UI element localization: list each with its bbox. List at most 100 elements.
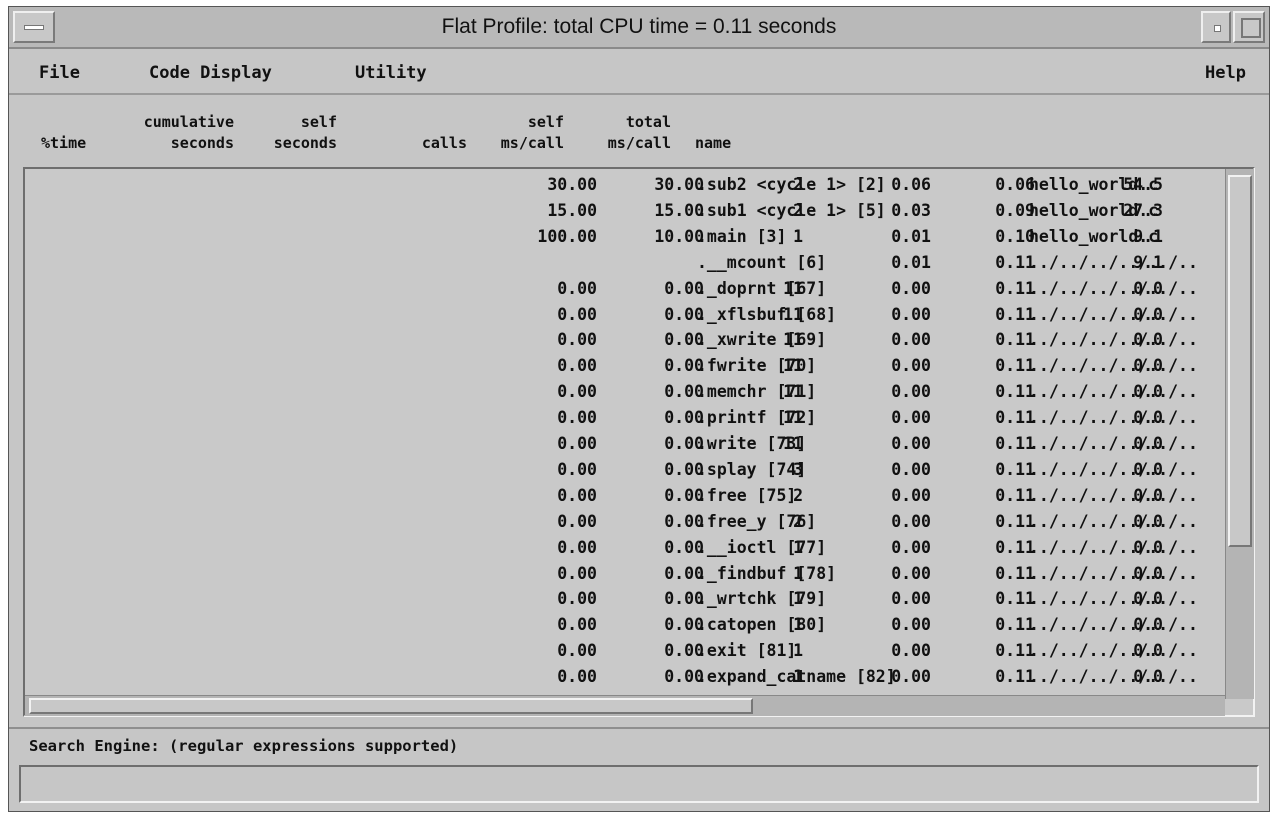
cell-function-name: .__mcount [6] [697, 252, 827, 272]
cell-file: ../../../../../.. [1029, 408, 1198, 428]
cell-file: hello_world.c [1029, 226, 1159, 246]
minimize-button[interactable] [1201, 11, 1231, 43]
table-row[interactable]: 0.0 0.11 0.00 11 0.00 0.00 ._doprnt [67] ../../… [25, 279, 1225, 305]
horizontal-scrollbar[interactable] [25, 695, 1225, 716]
header-total-ms-top: total [625, 113, 671, 131]
table-row[interactable]: 0.0 0.11 0.00 11 0.00 0.00 ._xwrite [69] ../../… [25, 330, 1225, 356]
cell-file: ../../../../../.. [1029, 304, 1198, 324]
cell-total-ms-call: 0.00 [557, 511, 597, 531]
cell-total-ms-call: 0.00 [557, 563, 597, 583]
cell-self-seconds: 0.00 [891, 434, 931, 453]
cell-self-seconds: 0.00 [891, 537, 931, 557]
table-row[interactable]: 0.0 0.11 0.00 1 0.00 0.00 ._findbuf [78] ../../… [25, 564, 1225, 590]
cell-total-ms-call: 0.00 [557, 459, 597, 479]
cell-total-ms-call: 0.00 [557, 641, 597, 661]
cell-function-name: ._xwrite [69] [697, 330, 827, 350]
table-row[interactable]: 0.0 0.11 0.00 3 0.00 0.00 .splay [74] ../../../… [25, 460, 1225, 486]
header-cumulative-top: cumulative [143, 113, 234, 131]
menu-file[interactable]: File [39, 63, 80, 83]
cell-file: ../../../../../.. [1029, 667, 1198, 687]
cell-total-ms-call: 30.00 [547, 175, 597, 194]
cell-self-seconds: 0.00 [891, 459, 931, 479]
window-title: Flat Profile: total CPU time = 0.11 seco… [441, 15, 837, 38]
table-row[interactable]: 0.0 0.11 0.00 11 0.00 0.00 .write [73] ../../..… [25, 434, 1225, 460]
header-calls: calls [421, 134, 467, 152]
table-row[interactable]: 0.0 0.11 0.00 1 0.00 0.00 .exit [81] ../../../.… [25, 641, 1225, 667]
cell-file: ../../../../../.. [1029, 278, 1198, 298]
cell-total-ms-call: 0.00 [557, 304, 597, 324]
cell-self-seconds: 0.06 [891, 175, 931, 194]
table-row[interactable]: 0.0 0.11 0.00 2 0.00 0.00 .free_y [76] ../../..… [25, 512, 1225, 538]
table-row[interactable]: 0.0 0.11 0.00 11 0.00 0.00 ._xflsbuf [68] ../..… [25, 305, 1225, 331]
horizontal-scroll-thumb[interactable] [29, 698, 753, 714]
cell-file: ../../../../../.. [1029, 641, 1198, 661]
table-row[interactable]: 0.0 0.11 0.00 1 0.00 0.00 .expand_catname [82]… [25, 667, 1225, 693]
cell-file: ../../../../../.. [1029, 485, 1198, 505]
cell-function-name: .splay [74] [697, 459, 807, 479]
search-input[interactable] [19, 765, 1259, 803]
table-row[interactable]: 0.0 0.11 0.00 1 0.00 0.00 .catopen [80] ../../.… [25, 615, 1225, 641]
cell-self-seconds: 0.00 [891, 641, 931, 661]
cell-self-seconds: 0.00 [891, 511, 931, 531]
cell-function-name: .main [3] [697, 226, 787, 246]
cell-function-name: .printf [72] [697, 408, 817, 428]
cell-total-ms-call: 100.00 [537, 226, 597, 246]
cell-total-ms-call: 0.00 [557, 278, 597, 298]
table-row[interactable]: 0.0 0.11 0.00 1 0.00 0.00 ._wrtchk [79] ../../.… [25, 589, 1225, 615]
menu-help[interactable]: Help [1205, 63, 1246, 83]
table-row[interactable]: 0.0 0.11 0.00 1 0.00 0.00 .__ioctl [77] ../../.… [25, 538, 1225, 564]
profile-list[interactable]: 54.5 0.06 0.06 2 30.00 30.00 .sub2 <cycle 1> [… [23, 167, 1255, 717]
cell-function-name: .expand_catname [82] [697, 667, 896, 687]
cell-file: ../../../../../.. [1029, 615, 1198, 635]
cell-function-name: ._xflsbuf [68] [697, 304, 837, 324]
cell-self-seconds: 0.00 [891, 330, 931, 350]
title-bar[interactable]: Flat Profile: total CPU time = 0.11 seco… [9, 7, 1269, 49]
table-row[interactable]: 54.5 0.06 0.06 2 30.00 30.00 .sub2 <cycle 1> [… [25, 175, 1225, 201]
cell-function-name: .sub2 <cycle 1> [2] [697, 175, 886, 194]
vertical-scrollbar[interactable] [1225, 169, 1254, 699]
cell-self-seconds: 0.00 [891, 382, 931, 402]
cell-total-ms-call: 0.00 [557, 408, 597, 428]
table-row[interactable]: 27.3 0.09 0.03 2 15.00 15.00 .sub1 <cycle 1> [… [25, 201, 1225, 227]
header-total-ms-bottom: ms/call [607, 134, 671, 152]
divider [9, 727, 1269, 729]
search-label: Search Engine: (regular expressions supp… [29, 737, 459, 755]
menu-code-display[interactable]: Code Display [149, 63, 272, 83]
cell-function-name: .__ioctl [77] [697, 537, 827, 557]
cell-self-seconds: 0.00 [891, 589, 931, 609]
table-row[interactable]: 9.1 0.11 0.01 .__mcount [6] ../../../../../.… [25, 253, 1225, 279]
cell-function-name: ._findbuf [78] [697, 563, 837, 583]
cell-total-ms-call: 0.00 [557, 356, 597, 376]
cell-file: ../../../../../.. [1029, 252, 1198, 272]
cell-self-seconds: 0.00 [891, 304, 931, 324]
cell-self-seconds: 0.01 [891, 252, 931, 272]
cell-total-ms-call: 0.00 [557, 330, 597, 350]
header-cumulative-bottom: seconds [170, 134, 234, 152]
cell-file: ../../../../../.. [1029, 356, 1198, 376]
cell-total-ms-call: 0.00 [557, 615, 597, 635]
cell-file: ../../../../../.. [1029, 434, 1198, 453]
header-self-top: self [300, 113, 337, 131]
header-percent-time: %time [41, 134, 87, 152]
cell-function-name: .free_y [76] [697, 511, 817, 531]
menu-utility[interactable]: Utility [355, 63, 427, 83]
table-row[interactable]: 0.0 0.11 0.00 11 0.00 0.00 .printf [72] ../../.… [25, 408, 1225, 434]
vertical-scroll-thumb[interactable] [1228, 175, 1252, 547]
cell-function-name: .catopen [80] [697, 615, 827, 635]
table-row[interactable]: 0.0 0.11 0.00 2 0.00 0.00 .free [75] ../../../.… [25, 486, 1225, 512]
cell-total-ms-call: 0.00 [557, 434, 597, 453]
cell-function-name: .sub1 <cycle 1> [5] [697, 200, 886, 220]
cell-file: ../../../../../.. [1029, 589, 1198, 609]
cell-file: ../../../../../.. [1029, 537, 1198, 557]
cell-file: ../../../../../.. [1029, 563, 1198, 583]
menu-bar: File Code Display Utility Help [9, 51, 1269, 95]
table-row[interactable]: 0.0 0.11 0.00 11 0.00 0.00 .memchr [71] ../../.… [25, 382, 1225, 408]
cell-self-seconds: 0.00 [891, 485, 931, 505]
maximize-button[interactable] [1233, 11, 1265, 43]
table-row[interactable]: 0.0 0.11 0.00 11 0.00 0.00 .fwrite [70] ../../.… [25, 356, 1225, 382]
cell-file: hello_world.c [1029, 175, 1159, 194]
cell-function-name: .exit [81] [697, 641, 797, 661]
cell-file: ../../../../../.. [1029, 382, 1198, 402]
table-row[interactable]: 9.1 0.10 0.01 1 10.00 100.00 .main [3] hello_wo… [25, 227, 1225, 253]
cell-total-ms-call: 0.00 [557, 485, 597, 505]
